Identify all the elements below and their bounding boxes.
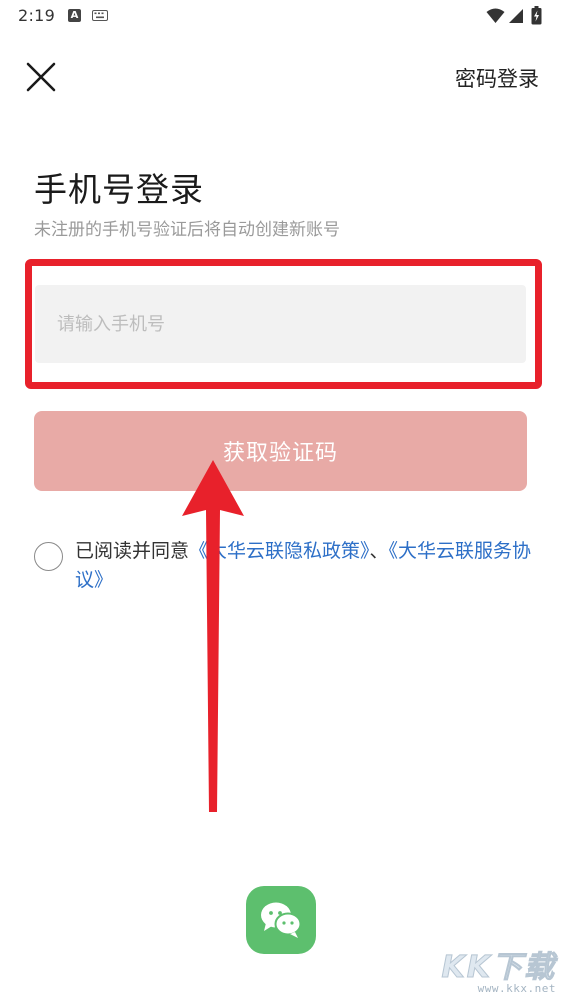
agreement-checkbox[interactable] xyxy=(34,542,63,571)
agreement-separator: 、 xyxy=(369,540,389,562)
wechat-icon xyxy=(261,902,302,938)
notification-a-icon: A xyxy=(68,9,81,22)
password-login-link[interactable]: 密码登录 xyxy=(455,63,539,93)
close-button[interactable] xyxy=(24,60,58,94)
keyboard-icon xyxy=(92,10,108,21)
phone-number-input[interactable] xyxy=(35,285,526,363)
status-time: 2:19 xyxy=(18,6,56,25)
watermark-logo-text: KK下载 xyxy=(441,950,556,986)
page-subtitle: 未注册的手机号验证后将自动创建新账号 xyxy=(34,220,340,240)
page-title: 手机号登录 xyxy=(34,170,204,209)
wechat-login-button[interactable] xyxy=(246,886,316,954)
login-page: 2:19 A 密码登录 手机号登录 未注册的手机号验证后将自动创建新账号 获取验… xyxy=(0,0,561,997)
close-icon xyxy=(26,62,56,92)
agreement-prefix: 已阅读并同意 xyxy=(75,540,190,562)
red-arrow-annotation xyxy=(182,460,244,812)
status-bar: 2:19 A xyxy=(0,0,561,34)
wifi-icon xyxy=(486,8,505,23)
get-verification-code-button[interactable]: 获取验证码 xyxy=(34,411,527,491)
agreement-text: 已阅读并同意《大华云联隐私政策》、《大华云联服务协议》 xyxy=(75,537,535,595)
battery-charging-icon xyxy=(531,6,542,25)
signal-icon xyxy=(509,9,523,23)
watermark-logo: KK下载 www.kkx.net xyxy=(436,940,556,996)
watermark-url: www.kkx.net xyxy=(477,982,556,995)
